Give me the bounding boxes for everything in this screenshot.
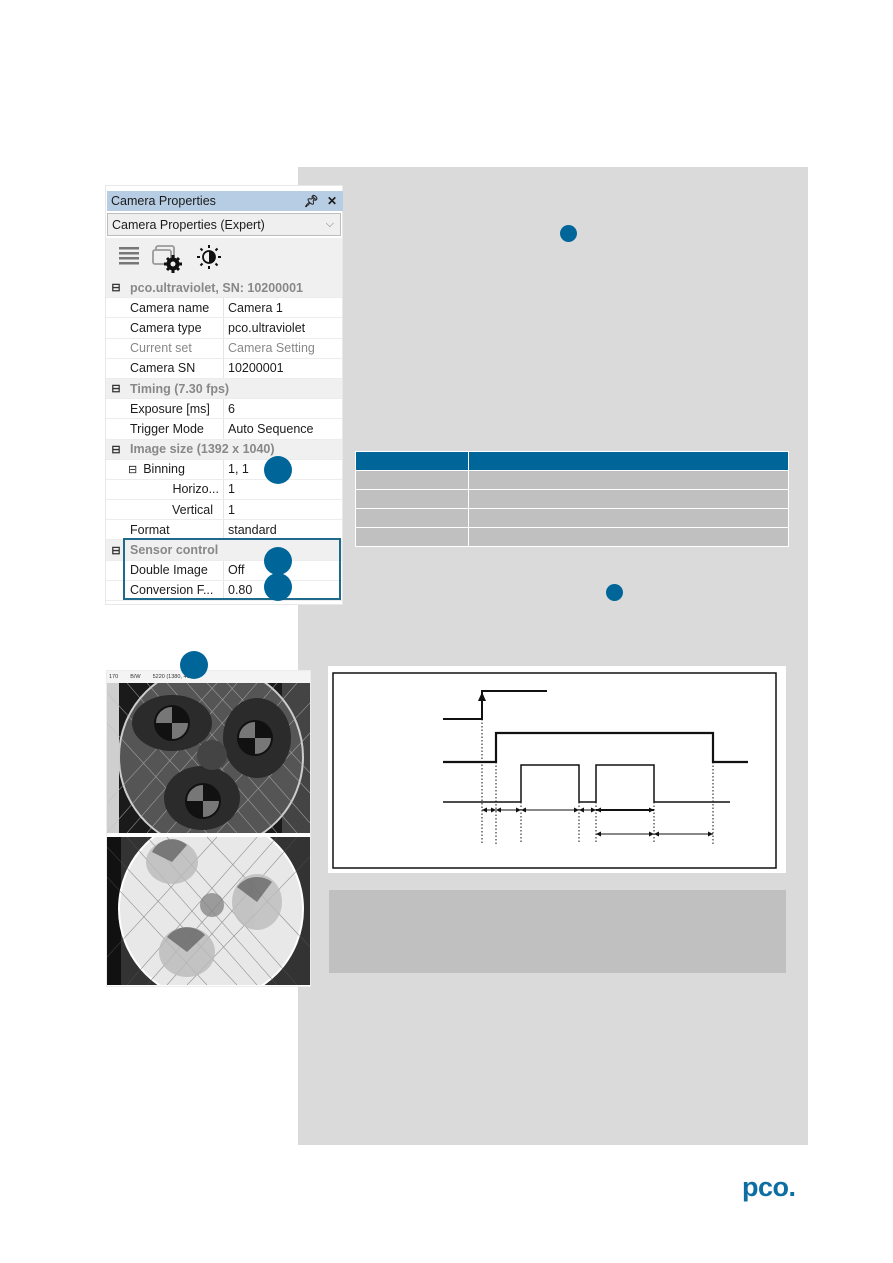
property-name: Trigger Mode — [126, 419, 224, 439]
property-name: Camera SN — [126, 358, 224, 378]
panel-title-bar: Camera Properties 📌︎ ✕ — [107, 191, 343, 211]
chevron-down-icon: ⌵ — [325, 218, 334, 230]
group-timing[interactable]: ⊟ Timing (7.30 fps) — [106, 378, 342, 400]
property-value[interactable]: Auto Sequence — [224, 422, 314, 436]
table-cell — [468, 527, 789, 547]
property-value[interactable]: 6 — [224, 402, 235, 416]
collapse-icon[interactable]: ⊟ — [128, 463, 137, 476]
content-panel — [298, 167, 808, 1145]
fan-image-second — [107, 837, 310, 985]
brightness-icon[interactable] — [196, 244, 222, 270]
table-cell — [355, 527, 469, 547]
property-value[interactable]: standard — [224, 523, 277, 537]
pin-icon[interactable]: 📌︎ — [304, 194, 319, 208]
property-name: Vertical — [126, 500, 224, 520]
panel-title: Camera Properties — [111, 194, 216, 208]
table-cell — [468, 470, 789, 490]
group-camera-info[interactable]: ⊟ pco.ultraviolet, SN: 10200001 — [106, 278, 342, 299]
property-name: Format — [126, 520, 224, 540]
table-header-cell — [468, 451, 789, 471]
pco-logo: pco. — [742, 1172, 796, 1202]
property-name: Exposure [ms] — [126, 399, 224, 419]
property-value: Camera Setting — [228, 341, 315, 356]
table-cell — [468, 508, 789, 528]
property-row[interactable]: Vertical 1 — [106, 500, 342, 521]
collapse-icon[interactable]: ⊟ — [106, 281, 126, 294]
property-name: Current set — [126, 338, 224, 358]
property-name: Camera name — [126, 298, 224, 318]
collapse-icon[interactable]: ⊟ — [106, 443, 126, 456]
property-value[interactable]: pco.ultraviolet — [224, 321, 305, 335]
double-image-preview: 170 B/W 5220 (1380, 418 — [106, 670, 311, 987]
property-name: Horizo... — [126, 479, 224, 500]
profile-select[interactable]: Camera Properties (Expert) ⌵ — [107, 213, 341, 236]
table-row — [355, 508, 789, 528]
status-frame: 170 — [109, 674, 119, 680]
status-mode: B/W — [130, 674, 141, 680]
callout-marker — [606, 584, 623, 601]
property-row: Current set Camera Setting — [106, 338, 342, 359]
table-header-cell — [355, 451, 469, 471]
table-cell — [355, 489, 469, 509]
table-row — [355, 527, 789, 547]
collapse-icon[interactable]: ⊟ — [106, 382, 126, 395]
table-row — [355, 489, 789, 509]
property-row[interactable]: Exposure [ms] 6 — [106, 399, 342, 420]
table-cell — [355, 508, 469, 528]
note-box — [329, 890, 786, 973]
list-view-icon[interactable] — [118, 244, 140, 266]
preview-status-bar: 170 B/W 5220 (1380, 418 — [107, 671, 310, 683]
property-row[interactable]: Camera SN 10200001 — [106, 358, 342, 379]
callout-marker — [264, 456, 292, 484]
table-cell — [355, 470, 469, 490]
settings-table — [355, 451, 789, 547]
property-value[interactable]: 1 — [224, 503, 235, 517]
property-value[interactable]: 1 — [224, 482, 235, 496]
table-header — [355, 451, 789, 471]
property-value[interactable]: 1, 1 — [224, 462, 249, 476]
property-name: Camera type — [126, 318, 224, 338]
table-row — [355, 470, 789, 490]
camera-settings-icon[interactable] — [152, 244, 186, 274]
profile-select-value: Camera Properties (Expert) — [112, 217, 265, 232]
callout-marker — [180, 651, 208, 679]
fan-image-first — [107, 683, 310, 833]
property-name: ⊟ Binning — [126, 459, 224, 479]
sensor-control-highlight — [123, 538, 341, 600]
table-cell — [468, 489, 789, 509]
property-row[interactable]: Trigger Mode Auto Sequence — [106, 419, 342, 440]
property-row[interactable]: ⊟ Binning 1, 1 — [106, 459, 342, 480]
group-image-size[interactable]: ⊟ Image size (1392 x 1040) — [106, 439, 342, 460]
diagram-frame — [332, 672, 777, 869]
property-row[interactable]: Horizo... 1 — [106, 479, 342, 501]
property-row[interactable]: Camera name Camera 1 — [106, 298, 342, 319]
callout-marker — [560, 225, 577, 242]
callout-marker — [264, 547, 292, 575]
close-icon[interactable]: ✕ — [327, 194, 337, 208]
callout-marker — [264, 573, 292, 601]
property-value[interactable]: 10200001 — [224, 361, 284, 375]
property-row[interactable]: Camera type pco.ultraviolet — [106, 318, 342, 339]
properties-toolbar — [106, 238, 342, 278]
camera-properties-panel: Camera Properties 📌︎ ✕ Camera Properties… — [105, 185, 343, 605]
timing-diagram — [328, 666, 786, 873]
property-value[interactable]: Camera 1 — [224, 301, 283, 315]
